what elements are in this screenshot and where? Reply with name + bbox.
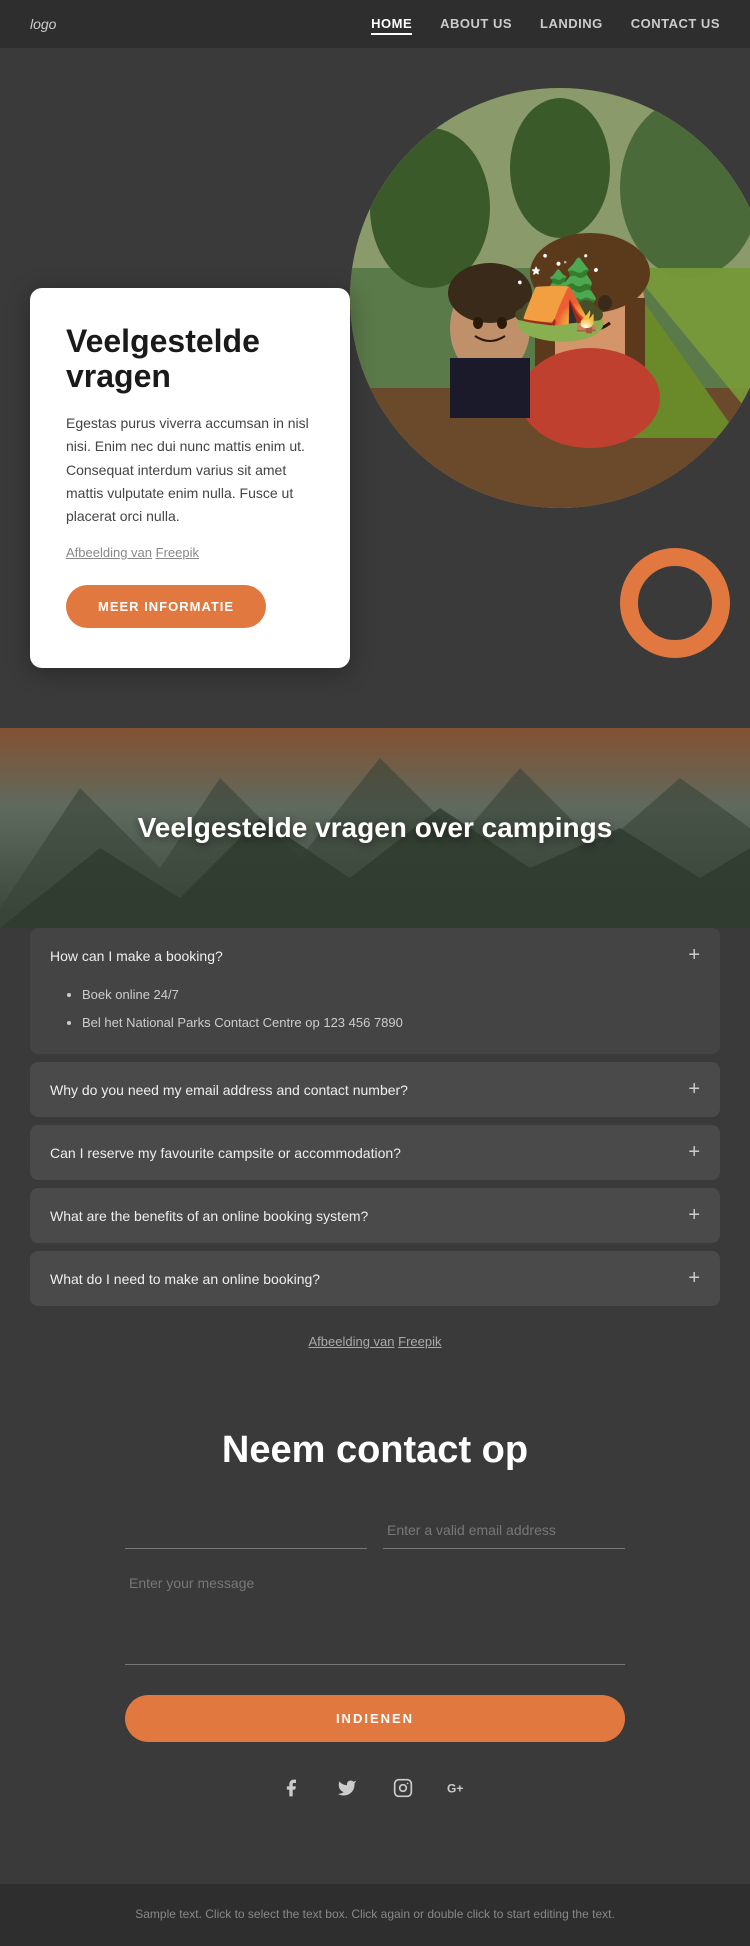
faq-photo-credit: Afbeelding van Freepik: [30, 1314, 720, 1359]
faq-toggle-4: +: [688, 1204, 700, 1227]
footer-text: Sample text. Click to select the text bo…: [30, 1904, 720, 1926]
nav-contact[interactable]: CONTACT US: [631, 16, 720, 33]
hero-photo-credit: Afbeelding van Freepik: [66, 542, 314, 563]
orange-ring-decoration: [620, 548, 730, 658]
faq-question-text-5: What do I need to make an online booking…: [50, 1271, 320, 1287]
email-input[interactable]: [383, 1512, 625, 1549]
nav-links: HOME ABOUT US LANDING CONTACT US: [371, 15, 720, 33]
faq-question-5[interactable]: What do I need to make an online booking…: [30, 1251, 720, 1306]
facebook-icon[interactable]: [275, 1772, 307, 1804]
hero-image: [350, 88, 750, 508]
hero-body: Egestas purus viverra accumsan in nisl n…: [66, 412, 314, 527]
name-input[interactable]: [125, 1512, 367, 1549]
nav-landing[interactable]: LANDING: [540, 16, 603, 33]
faq-section: How can I make a booking? + Boek online …: [0, 928, 750, 1379]
faq-question-text-4: What are the benefits of an online booki…: [50, 1208, 368, 1224]
svg-text:G+: G+: [447, 1782, 463, 1796]
faq-banner-title: Veelgestelde vragen over campings: [118, 812, 633, 844]
social-icons: G+: [30, 1772, 720, 1804]
freepik-link[interactable]: Freepik: [156, 545, 199, 560]
faq-toggle-3: +: [688, 1141, 700, 1164]
faq-item-3: Can I reserve my favourite campsite or a…: [30, 1125, 720, 1180]
faq-question-text-1: How can I make a booking?: [50, 948, 223, 964]
nav-about[interactable]: ABOUT US: [440, 16, 512, 33]
faq-answer-1: Boek online 24/7 Bel het National Parks …: [30, 983, 720, 1054]
hero-title: Veelgestelde vragen: [66, 324, 314, 394]
hero-section: Veelgestelde vragen Egestas purus viverr…: [0, 48, 750, 728]
faq-question-2[interactable]: Why do you need my email address and con…: [30, 1062, 720, 1117]
hero-card: Veelgestelde vragen Egestas purus viverr…: [30, 288, 350, 668]
faq-toggle-2: +: [688, 1078, 700, 1101]
faq-question-3[interactable]: Can I reserve my favourite campsite or a…: [30, 1125, 720, 1180]
navbar: logo HOME ABOUT US LANDING CONTACT US: [0, 0, 750, 48]
faq-freepik-link[interactable]: Freepik: [398, 1334, 441, 1349]
faq-answer-item-1-1: Boek online 24/7: [82, 983, 700, 1006]
faq-answer-item-1-2: Bel het National Parks Contact Centre op…: [82, 1011, 700, 1034]
faq-banner: Veelgestelde vragen over campings: [0, 728, 750, 928]
twitter-icon[interactable]: [331, 1772, 363, 1804]
faq-question-4[interactable]: What are the benefits of an online booki…: [30, 1188, 720, 1243]
contact-form: INDIENEN: [125, 1512, 625, 1772]
footer: Sample text. Click to select the text bo…: [0, 1884, 750, 1946]
faq-toggle-5: +: [688, 1267, 700, 1290]
faq-question-text-2: Why do you need my email address and con…: [50, 1082, 408, 1098]
nav-home[interactable]: HOME: [371, 16, 412, 35]
faq-item-5: What do I need to make an online booking…: [30, 1251, 720, 1306]
submit-button[interactable]: INDIENEN: [125, 1695, 625, 1742]
logo: logo: [30, 16, 56, 32]
faq-question-text-3: Can I reserve my favourite campsite or a…: [50, 1145, 401, 1161]
faq-item-1: How can I make a booking? + Boek online …: [30, 928, 720, 1054]
message-textarea[interactable]: [125, 1565, 625, 1665]
contact-section: Neem contact op INDIENEN: [0, 1379, 750, 1884]
google-plus-icon[interactable]: G+: [443, 1772, 475, 1804]
faq-item-4: What are the benefits of an online booki…: [30, 1188, 720, 1243]
faq-toggle-1: +: [688, 944, 700, 967]
instagram-icon[interactable]: [387, 1772, 419, 1804]
form-row-1: [125, 1512, 625, 1549]
contact-title: Neem contact op: [30, 1429, 720, 1472]
faq-item-2: Why do you need my email address and con…: [30, 1062, 720, 1117]
faq-question-1[interactable]: How can I make a booking? +: [30, 928, 720, 983]
more-info-button[interactable]: MEER INFORMATIE: [66, 585, 266, 628]
